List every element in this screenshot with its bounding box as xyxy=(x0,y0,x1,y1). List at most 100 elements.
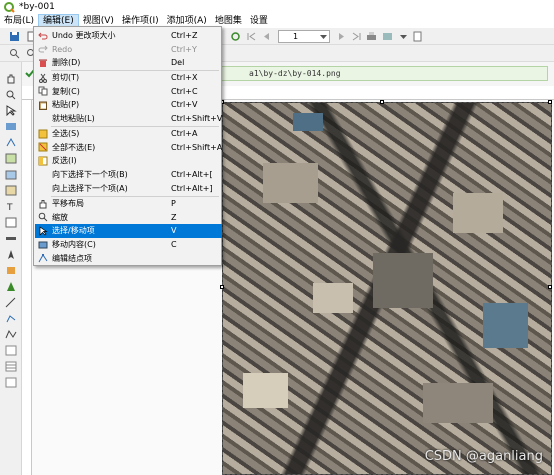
menu-item-zoom[interactable]: 缩放 Z xyxy=(35,211,222,225)
export-pdf-icon[interactable] xyxy=(412,31,423,42)
menu-item-edit-nodes[interactable]: 编辑结点项 xyxy=(35,251,222,265)
edit-nodes-icon xyxy=(38,253,48,263)
menu-item-shortcut: Ctrl+Alt+[ xyxy=(171,170,213,180)
paste-icon xyxy=(38,100,48,110)
menu-item-move-content[interactable]: 移动内容(C) C xyxy=(35,238,222,252)
menu-item-shortcut: Ctrl+Shift+V xyxy=(171,114,223,124)
next-page-icon[interactable] xyxy=(336,31,347,42)
menu-item-label: Undo 更改项大小 xyxy=(52,31,116,41)
watermark: CSDN @aganliang xyxy=(424,449,543,464)
menu-settings[interactable]: 设置 xyxy=(246,14,272,28)
cut-icon xyxy=(38,73,48,83)
select-move-tool-icon[interactable] xyxy=(5,105,17,116)
zoom-tool-icon[interactable] xyxy=(5,89,17,100)
menu-item-select-next-below[interactable]: 向下选择下一个项(B) Ctrl+Alt+[ xyxy=(35,168,222,182)
export-image-icon[interactable] xyxy=(382,31,393,42)
selection-handle[interactable] xyxy=(548,100,552,104)
first-page-icon[interactable] xyxy=(246,31,257,42)
pan-hand-icon[interactable] xyxy=(5,73,17,84)
add-label-icon[interactable]: T xyxy=(5,201,17,212)
export-dropdown-icon[interactable] xyxy=(398,31,409,42)
save-icon[interactable] xyxy=(9,31,20,42)
building-roof xyxy=(483,303,528,348)
menu-item-label: 选择/移动项 xyxy=(52,226,95,236)
menu-item-cut[interactable]: 剪切(T) Ctrl+X xyxy=(35,71,222,85)
selection-handle[interactable] xyxy=(548,285,552,289)
menu-item-label: 粘贴(P) xyxy=(52,100,80,110)
selection-handle[interactable] xyxy=(220,285,224,289)
add-attribute-table-icon[interactable] xyxy=(5,361,17,372)
building-roof xyxy=(373,253,433,308)
copy-icon xyxy=(38,86,48,96)
menu-item-select-move[interactable]: 选择/移动项 V xyxy=(35,224,222,238)
edit-menu-dropdown: Undo 更改项大小 Ctrl+Z Redo Ctrl+Y 删除(D) Del … xyxy=(33,26,222,266)
menu-item-select-all[interactable]: 全选(S) Ctrl+A xyxy=(35,127,222,141)
redo-icon xyxy=(38,44,48,54)
menu-item-label: Redo xyxy=(52,44,73,54)
chevron-down-icon xyxy=(320,35,327,39)
menu-item-label: 向下选择下一个项(B) xyxy=(52,170,128,180)
add-map-icon[interactable] xyxy=(5,153,17,164)
undo-icon xyxy=(38,31,48,41)
menu-item-shortcut: Z xyxy=(171,212,177,222)
prev-page-icon[interactable] xyxy=(261,31,272,42)
page-selector[interactable]: 1 xyxy=(278,30,330,43)
menu-item-shortcut: Ctrl+Shift+A xyxy=(171,142,223,152)
add-3d-map-icon[interactable] xyxy=(5,169,17,180)
deselect-all-icon xyxy=(38,142,48,152)
menu-item-shortcut: Ctrl+A xyxy=(171,129,198,139)
selection-handle[interactable] xyxy=(380,100,384,104)
add-marker-icon[interactable] xyxy=(5,281,17,292)
add-legend-icon[interactable] xyxy=(5,217,17,228)
select-all-icon xyxy=(38,129,48,139)
building-roof xyxy=(453,193,503,233)
picture-item-aerial-image[interactable]: CSDN @aganliang xyxy=(222,102,552,475)
menu-item-label: 剪切(T) xyxy=(52,73,80,83)
select-move-icon xyxy=(38,226,48,236)
menu-item-shortcut: Ctrl+V xyxy=(171,100,198,110)
add-html-icon[interactable] xyxy=(5,345,17,356)
menu-item-pan-layout[interactable]: 平移布局 P xyxy=(35,197,222,211)
add-picture-icon[interactable] xyxy=(5,185,17,196)
move-content-icon xyxy=(38,240,48,250)
add-arrow-icon[interactable] xyxy=(5,297,17,308)
add-north-arrow-icon[interactable] xyxy=(5,249,17,260)
add-scalebar-icon[interactable] xyxy=(5,233,17,244)
print-icon[interactable] xyxy=(366,31,377,42)
menu-item-paste-in-place[interactable]: 就地粘贴(L) Ctrl+Shift+V xyxy=(35,112,222,126)
menu-item-shortcut: C xyxy=(171,240,177,250)
last-page-icon[interactable] xyxy=(351,31,362,42)
zoom-in-icon[interactable] xyxy=(9,48,20,59)
menu-item-label: 编辑结点项 xyxy=(52,253,92,263)
add-fixed-table-icon[interactable] xyxy=(5,377,17,388)
add-node-item-icon[interactable] xyxy=(5,313,17,324)
menu-item-shortcut: Ctrl+C xyxy=(171,86,198,96)
layout-tools-toolbar: T xyxy=(0,62,22,475)
menu-item-select-next-above[interactable]: 向上选择下一个项(A) Ctrl+Alt+] xyxy=(35,181,222,195)
menu-item-shortcut: Ctrl+X xyxy=(171,73,198,83)
building-roof xyxy=(263,163,318,203)
pan-hand-icon xyxy=(38,199,48,209)
edit-nodes-tool-icon[interactable] xyxy=(5,137,17,148)
menu-item-undo[interactable]: Undo 更改项大小 Ctrl+Z xyxy=(35,29,222,43)
move-content-tool-icon[interactable] xyxy=(5,121,17,132)
menu-item-shortcut: Del xyxy=(171,58,185,68)
menu-item-label: 全选(S) xyxy=(52,129,80,139)
svg-text:T: T xyxy=(6,203,13,212)
menu-item-delete[interactable]: 删除(D) Del xyxy=(35,56,222,70)
menu-item-deselect-all[interactable]: 全部不选(E) Ctrl+Shift+A xyxy=(35,141,222,155)
refresh-icon[interactable] xyxy=(230,31,241,42)
building-roof xyxy=(423,383,493,423)
add-polyline-icon[interactable] xyxy=(5,329,17,340)
menu-item-label: 复制(C) xyxy=(52,86,80,96)
menu-item-label: 就地粘贴(L) xyxy=(52,114,95,124)
menu-item-copy[interactable]: 复制(C) Ctrl+C xyxy=(35,85,222,99)
invert-selection-icon xyxy=(38,156,48,166)
building-roof xyxy=(313,283,353,313)
menu-item-redo[interactable]: Redo Ctrl+Y xyxy=(35,43,222,57)
add-shape-icon[interactable] xyxy=(5,265,17,276)
menu-item-paste[interactable]: 粘贴(P) Ctrl+V xyxy=(35,98,222,112)
menu-item-label: 向上选择下一个项(A) xyxy=(52,183,128,193)
menu-item-label: 全部不选(E) xyxy=(52,142,96,152)
menu-item-invert-selection[interactable]: 反选(I) xyxy=(35,154,222,168)
